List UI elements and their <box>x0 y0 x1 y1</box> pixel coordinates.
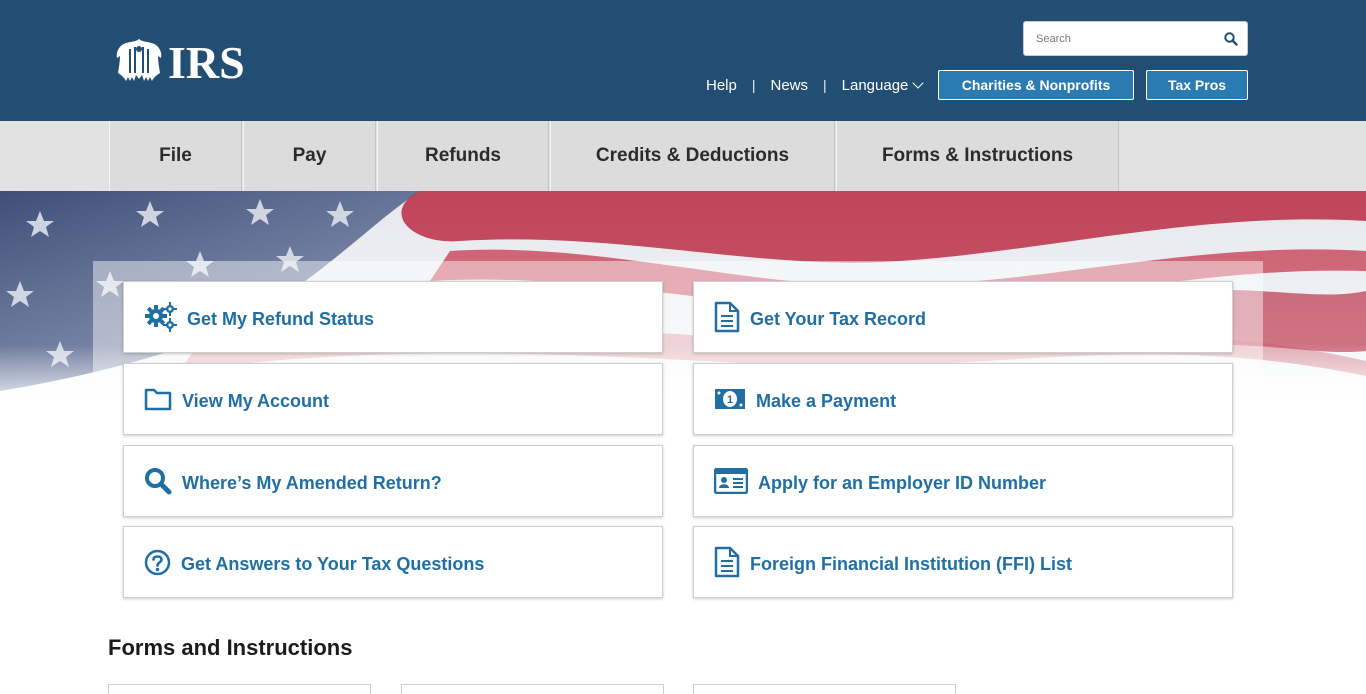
charities-nonprofits-button[interactable]: Charities & Nonprofits <box>938 70 1134 100</box>
card-label: Get My Refund Status <box>187 308 375 329</box>
search-box <box>1023 21 1248 56</box>
language-dropdown[interactable]: Language <box>841 76 925 94</box>
divider: | <box>823 77 827 93</box>
search-icon[interactable] <box>1223 31 1239 47</box>
svg-text:1: 1 <box>727 394 733 406</box>
eagle-logo-icon <box>114 37 164 88</box>
id-card-icon <box>714 468 748 494</box>
document-icon <box>714 546 740 578</box>
gears-icon <box>144 301 177 333</box>
divider: | <box>751 77 756 93</box>
nav-refunds[interactable]: Refunds <box>377 121 549 191</box>
question-circle-icon <box>144 549 171 576</box>
nav-file[interactable]: File <box>109 121 242 191</box>
card-label: Apply for an Employer ID Number <box>758 472 1047 493</box>
form-card[interactable] <box>693 684 956 694</box>
card-label: Where’s My Amended Return? <box>182 472 442 493</box>
card-amended-return[interactable]: Where’s My Amended Return? <box>123 445 663 517</box>
folder-icon <box>144 387 172 411</box>
card-get-tax-record[interactable]: Get Your Tax Record <box>693 281 1233 353</box>
news-link[interactable]: News <box>771 77 809 94</box>
site-header: IRS Help | News | Language | Charities &… <box>0 0 1366 121</box>
form-card[interactable] <box>401 684 664 694</box>
help-link[interactable]: Help <box>706 77 737 94</box>
card-view-my-account[interactable]: View My Account <box>123 363 663 435</box>
language-label: Language <box>841 76 909 94</box>
document-icon <box>714 301 740 333</box>
logo-text: IRS <box>168 36 245 88</box>
card-get-refund-status[interactable]: Get My Refund Status <box>123 281 663 353</box>
card-tax-questions[interactable]: Get Answers to Your Tax Questions <box>123 526 663 598</box>
card-label: Get Answers to Your Tax Questions <box>181 553 485 574</box>
tax-pros-button[interactable]: Tax Pros <box>1146 70 1248 100</box>
chevron-down-icon <box>912 76 925 89</box>
forms-section-title: Forms and Instructions <box>108 635 353 660</box>
card-label: View My Account <box>182 390 330 411</box>
card-ffi-list[interactable]: Foreign Financial Institution (FFI) List <box>693 526 1233 598</box>
card-label: Make a Payment <box>756 390 897 411</box>
utility-nav: Help | News | Language | <box>706 70 956 100</box>
card-make-a-payment[interactable]: 1 Make a Payment <box>693 363 1233 435</box>
form-card[interactable] <box>108 684 371 694</box>
main-nav: File Pay Refunds Credits & Deductions Fo… <box>0 121 1366 191</box>
card-label: Get Your Tax Record <box>750 308 927 329</box>
nav-pay[interactable]: Pay <box>243 121 376 191</box>
irs-logo[interactable]: IRS <box>114 37 245 88</box>
card-label: Foreign Financial Institution (FFI) List <box>750 553 1072 574</box>
money-bill-icon: 1 <box>714 388 746 410</box>
nav-forms-instructions[interactable]: Forms & Instructions <box>836 121 1119 191</box>
nav-credits-deductions[interactable]: Credits & Deductions <box>550 121 835 191</box>
search-input[interactable] <box>1024 22 1214 55</box>
magnifier-icon <box>144 467 172 495</box>
card-employer-id-number[interactable]: Apply for an Employer ID Number <box>693 445 1233 517</box>
